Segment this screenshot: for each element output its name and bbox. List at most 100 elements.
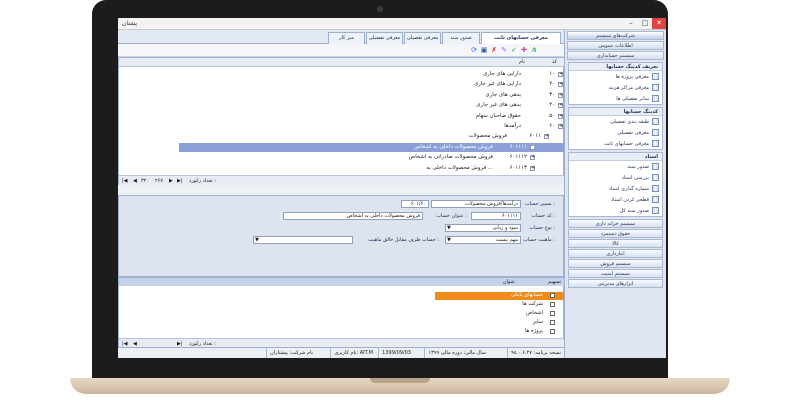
row-checkbox[interactable] (550, 320, 555, 325)
expand-icon[interactable]: + (558, 124, 563, 129)
accounts-tree: کد نام +۱۰ دارایی های جاری +۲۰ دارایی های غ… (118, 57, 565, 185)
pager-last-icon[interactable]: ▶| (177, 178, 183, 184)
panel-item-label: بررسی اسناد (621, 174, 649, 181)
allocation-row[interactable]: شرکت ها (435, 301, 565, 309)
tree-row[interactable]: +۱۰ دارایی های جاری (179, 70, 565, 79)
code-field[interactable]: ۶۰۱۱۱۱ (471, 212, 521, 220)
panel-item[interactable]: معرفی تفصیلی (569, 127, 662, 138)
panel-items: طبقه بندی تفصیلی معرفی تفصیلی معرفی حسابها… (569, 116, 662, 149)
panel-item-label: طبقه بندی تفصیلی (610, 118, 649, 125)
status-bar: نسخه برنامه: ۹۸.۰.۶.۲۷ سال مالی: دوره ما… (118, 347, 564, 358)
sidebar-item-top[interactable]: سیستم حسابداری (567, 51, 664, 60)
panel-item[interactable]: سایر تفصیلی ها (569, 93, 662, 104)
save-icon[interactable]: ▣ (480, 46, 488, 54)
panel-title: تعریف کدینگ حسابها (569, 63, 662, 71)
grid-icon (652, 174, 659, 181)
pager-next-icon[interactable]: ▶ (169, 178, 173, 184)
tab-fixed-accounts[interactable]: معرفی حسابهای ثابت (481, 32, 561, 44)
row-title: اشخاص (526, 310, 543, 316)
close-icon[interactable]: ✕ (652, 18, 666, 29)
panel-item[interactable]: بررسی اسناد (569, 172, 662, 183)
insert-icon[interactable]: ✚ (520, 46, 528, 54)
panel-item[interactable]: قطعی کردن اسناد (569, 194, 662, 205)
pager-current[interactable]: ۳۲۰ (141, 178, 149, 184)
delete-icon[interactable]: ✗ (490, 46, 498, 54)
row-code: ۵۰ (549, 112, 555, 119)
panel-item[interactable]: صدور سند (569, 161, 662, 172)
sidebar-item-bottom[interactable]: سیستم خزانه داری (568, 219, 663, 228)
pager-prev-icon[interactable]: ◀ (133, 178, 137, 184)
tab-desk[interactable]: میز کار (328, 32, 365, 44)
sidebar-item-top[interactable]: شرکت‌های سیستم (567, 31, 664, 40)
tree-row[interactable]: +۶۰ درآمدها (179, 122, 565, 131)
opposite-select[interactable]: ▼ (253, 236, 353, 244)
title-label: عنوان حساب : (436, 213, 467, 219)
allocation-row[interactable]: حسابهای بانکی (435, 292, 565, 300)
row-title: پروژه ها (525, 328, 543, 334)
tree-row[interactable]: +۲۰ دارایی های غیر جاری (179, 80, 565, 89)
minimize-icon[interactable]: – (624, 18, 638, 29)
panel-item[interactable]: شماره گذاری اسناد (569, 183, 662, 194)
tree-row[interactable]: +۴۰ بدهی های غیر جاری (179, 101, 565, 110)
row-checkbox[interactable] (550, 311, 555, 316)
panel-item[interactable]: معرفی مراکز هزینه (569, 82, 662, 93)
sidebar-item-bottom[interactable]: کالا (568, 239, 663, 248)
nature-select[interactable]: مهم نیست ▼ (445, 236, 521, 244)
status-company: نام شرکت: پیشتازان (266, 348, 316, 358)
allocation-tab-label[interactable]: تسهیم (548, 279, 561, 285)
sidebar-item-bottom[interactable]: حقوق دستمزد (568, 229, 663, 238)
expand-icon[interactable]: + (558, 82, 563, 88)
tree-row[interactable]: +۶۰۱۱۱۱ فروش محصولات داخلی به اشخاص (179, 142, 565, 152)
sidebar-item-top[interactable]: اطلاعات عمومی (567, 41, 664, 50)
tree-row[interactable]: +۶۰۱۱۱۲ فروش محصولات صادراتی به اشخاص (179, 153, 565, 162)
path-code[interactable]: ۶۰۱/۶۰ (401, 200, 429, 208)
expand-icon[interactable]: + (558, 113, 563, 119)
tab-issue-document[interactable]: صدور سند (442, 32, 480, 44)
tree-row[interactable]: +۳۰ بدهی های جاری (179, 91, 565, 100)
expand-icon[interactable]: + (558, 72, 563, 77)
tree-row[interactable]: +۵۰ حقوق صاحبان سهام (179, 112, 565, 121)
row-title: شرکت ها (522, 301, 543, 307)
row-checkbox[interactable] (550, 293, 555, 298)
sidebar-item-bottom[interactable]: انبارداری (568, 249, 663, 258)
account-form: مسیر حساب : درآمدها/فروش محصولات ۶۰۱/۶۰ … (118, 195, 564, 277)
title-field[interactable]: فروش محصولات داخلی به اشخاص (283, 212, 423, 220)
type-select[interactable]: سود و زیانی ▼ (445, 224, 521, 232)
pager-first-icon[interactable]: |◀ (122, 178, 128, 184)
sidebar-item-bottom[interactable]: سیستم امنیت (568, 269, 663, 278)
grid-icon (652, 84, 659, 91)
refresh-icon[interactable]: ⟳ (470, 46, 478, 54)
panel-item[interactable]: معرفی حسابهای ثابت (569, 138, 662, 149)
panel-item[interactable]: معرفی پروژه ها (569, 71, 662, 82)
edit-icon[interactable]: ✎ (500, 46, 508, 54)
status-fiscal: سال مالی: دوره مالی ۱۳۹۹ (424, 348, 489, 358)
path-value[interactable]: درآمدها/فروش محصولات (431, 200, 521, 208)
panel-title: اسناد (569, 153, 662, 161)
tab-detail-1[interactable]: معرفی تفصیلی (404, 32, 441, 44)
tree-icon[interactable]: ⋔ (530, 46, 538, 54)
tab-detail-2[interactable]: معرفی تفصیلی (366, 32, 403, 44)
expand-icon[interactable]: + (558, 92, 563, 98)
expand-icon[interactable]: + (530, 165, 535, 171)
status-date: 1399/09/03 (378, 348, 414, 358)
panel-item[interactable]: طبقه بندی تفصیلی (569, 116, 662, 127)
allocation-row[interactable]: اشخاص (435, 310, 565, 318)
grid-icon (652, 163, 659, 170)
allocation-row[interactable]: پروژه ها (435, 328, 565, 336)
expand-icon[interactable]: + (530, 155, 535, 161)
sidebar-item-bottom[interactable]: ابزارهای مدیریتی (568, 279, 663, 288)
row-name: درآمدها (504, 123, 521, 129)
sidebar-item-bottom[interactable]: سیستم فروش (568, 259, 663, 268)
maximize-icon[interactable]: □ (638, 18, 652, 29)
panel-item[interactable]: صدور سند کل (569, 205, 662, 216)
expand-icon[interactable]: + (544, 134, 549, 140)
allocation-row[interactable]: سایر (435, 319, 565, 327)
row-checkbox[interactable] (550, 302, 555, 307)
expand-icon[interactable]: + (558, 103, 563, 109)
panel-documents: اسناد صدور سند بررسی اسناد شماره گذاری اسن… (568, 152, 663, 217)
row-checkbox[interactable] (550, 329, 555, 334)
tree-row[interactable]: +۶۰۱۱ فروش محصولات (179, 132, 565, 141)
expand-icon[interactable]: + (530, 144, 535, 150)
tree-row[interactable]: +۶۰۱۱۱۳ فروش محصولات داخلی به ... (179, 164, 565, 173)
check-icon[interactable]: ✓ (510, 46, 518, 54)
